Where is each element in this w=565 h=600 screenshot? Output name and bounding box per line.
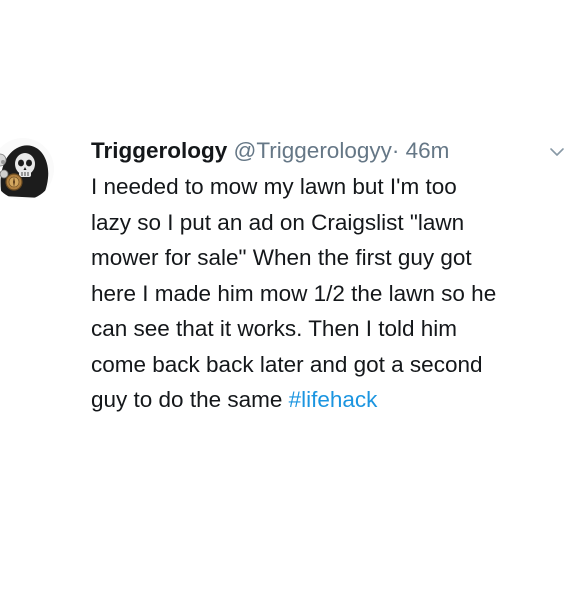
tweet-menu-button[interactable] xyxy=(549,144,565,160)
hashtag-link[interactable]: #lifehack xyxy=(289,387,378,412)
timestamp[interactable]: 46m xyxy=(406,138,450,163)
skull-reaper-avatar-icon xyxy=(0,145,49,198)
tweet-text-line: mower for sale" When the first guy got xyxy=(91,245,472,270)
tweet-text-line: I needed to mow my lawn but I'm too xyxy=(91,174,457,199)
tweet-text-line: can see that it works. Then I told him xyxy=(91,316,458,341)
avatar[interactable] xyxy=(0,138,54,200)
tweet-text-line: here I made him mow 1/2 the lawn so he xyxy=(91,280,497,306)
separator-dot: · xyxy=(391,138,400,163)
user-handle[interactable]: @Triggerologyy xyxy=(234,138,392,163)
tweet-text: I needed to mow my lawn but I'm too lazy… xyxy=(91,169,565,418)
tweet-text-last-line: guy to do the same #lifehack xyxy=(91,382,565,418)
chevron-down-icon xyxy=(550,148,564,156)
display-name[interactable]: Triggerology xyxy=(91,138,227,163)
tweet-text-line: come back back later and got a second xyxy=(91,351,483,377)
tweet[interactable]: Triggerology @Triggerologyy· 46m I neede… xyxy=(0,130,565,430)
tweet-header: Triggerology @Triggerologyy· 46m xyxy=(91,136,449,166)
page: Triggerology @Triggerologyy· 46m I neede… xyxy=(0,0,565,600)
tweet-text-line: guy to do the same xyxy=(91,387,289,412)
tweet-text-line: lazy so I put an ad on Craigslist "lawn xyxy=(91,209,465,235)
